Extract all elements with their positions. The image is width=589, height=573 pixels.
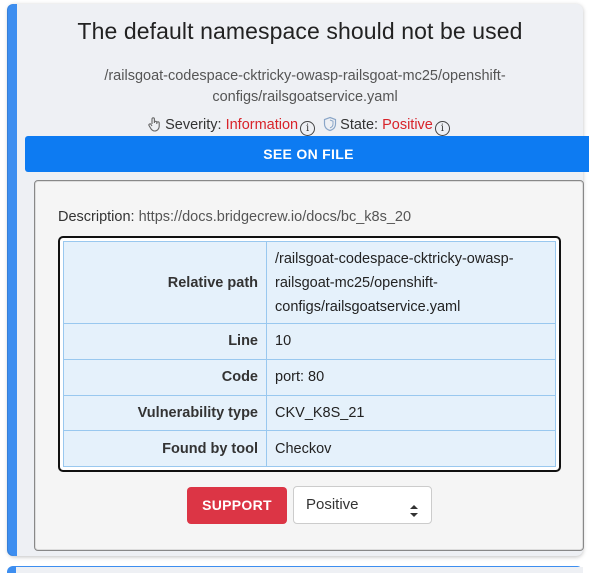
state-label: State: <box>340 117 379 133</box>
table-value: /railsgoat-codespace-cktricky-owasp-rail… <box>266 241 556 324</box>
select-arrows-icon <box>409 497 419 517</box>
support-button[interactable]: SUPPORT <box>187 487 287 524</box>
table-row: Found by tool Checkov <box>63 430 556 467</box>
state-info-icon[interactable]: i <box>434 121 450 136</box>
table-value: 10 <box>266 323 556 360</box>
table-key: Found by tool <box>63 430 267 467</box>
shield-icon <box>322 116 338 136</box>
see-on-file-button[interactable]: SEE ON FILE <box>25 136 589 172</box>
severity-info-icon[interactable]: i <box>300 121 316 136</box>
table-key: Relative path <box>63 241 267 324</box>
table-row: Relative path /railsgoat-codespace-cktri… <box>63 241 556 324</box>
description-link[interactable]: https://docs.bridgecrew.io/docs/bc_k8s_2… <box>139 209 411 225</box>
state-select[interactable]: Positive <box>293 486 432 524</box>
table-row: Vulnerability type CKV_K8S_21 <box>63 394 556 432</box>
table-value: Checkov <box>266 430 556 467</box>
table-key: Line <box>63 323 267 360</box>
hand-pointer-icon <box>147 116 163 136</box>
next-card <box>16 567 583 573</box>
table-row: Code port: 80 <box>63 358 556 396</box>
description: Description: https://docs.bridgecrew.io/… <box>58 209 411 225</box>
severity-value: Information <box>225 117 299 133</box>
finding-meta: Severity: Information i State: Positive i <box>17 116 583 136</box>
description-label: Description: <box>58 209 135 225</box>
table-value: CKV_K8S_21 <box>266 394 556 432</box>
details-panel: Description: https://docs.bridgecrew.io/… <box>34 180 584 551</box>
finding-path: /railsgoat-codespace-cktricky-owasp-rail… <box>104 68 506 105</box>
table-row: Line 10 <box>63 323 556 360</box>
state-value: Positive <box>382 117 433 133</box>
state-select-value: Positive <box>306 496 359 513</box>
details-table: Relative path /railsgoat-codespace-cktri… <box>63 241 556 467</box>
finding-card: The default namespace should not be used… <box>8 4 589 556</box>
severity-label: Severity: <box>165 117 222 133</box>
table-key: Code <box>63 358 267 396</box>
details-table-wrapper: Relative path /railsgoat-codespace-cktri… <box>58 236 561 472</box>
table-key: Vulnerability type <box>63 394 267 432</box>
finding-title: The default namespace should not be used <box>77 18 523 44</box>
table-value: port: 80 <box>266 358 556 396</box>
